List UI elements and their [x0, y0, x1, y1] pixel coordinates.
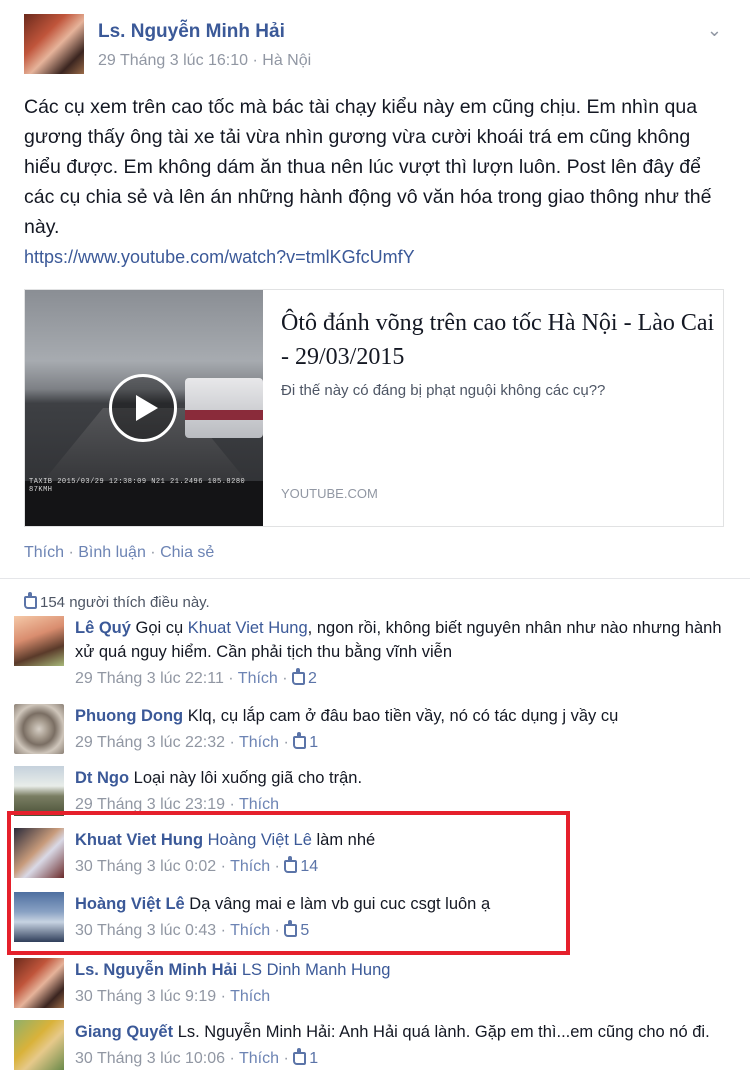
- post-link[interactable]: https://www.youtube.com/watch?v=tmlKGfcU…: [24, 247, 415, 268]
- commenter-name[interactable]: Dt Ngo: [75, 769, 129, 787]
- commenter-avatar[interactable]: [14, 704, 64, 754]
- post-text: Các cụ xem trên cao tốc mà bác tài chạy …: [24, 96, 712, 238]
- comment-like-button[interactable]: Thích: [238, 670, 278, 687]
- commenter-avatar[interactable]: [14, 766, 64, 816]
- like-button[interactable]: Thích: [24, 544, 64, 561]
- link-preview-card[interactable]: TAXIB 2015/03/29 12:38:09 N21 21.2496 10…: [24, 289, 724, 527]
- comment-button[interactable]: Bình luận: [78, 544, 146, 561]
- comment-like-button[interactable]: Thích: [239, 734, 279, 751]
- post-meta: 29 Tháng 3 lúc 16:10 · Hà Nội: [98, 52, 312, 69]
- comment-like-count[interactable]: 1: [309, 1050, 318, 1067]
- card-title[interactable]: Ôtô đánh võng trên cao tốc Hà Nội - Lào …: [281, 306, 717, 374]
- author-avatar[interactable]: [24, 14, 84, 74]
- play-icon[interactable]: [109, 374, 177, 442]
- thumbs-up-icon: [24, 592, 37, 609]
- comment-like-button[interactable]: Thích: [239, 1050, 279, 1067]
- comment-like-button[interactable]: Thích: [230, 988, 270, 1005]
- thumbs-up-icon: [293, 732, 307, 749]
- post-actions: Thích · Bình luận · Chia sẻ: [24, 544, 215, 561]
- commenter-avatar[interactable]: [14, 616, 64, 666]
- commenter-name[interactable]: Giang Quyết: [75, 1023, 173, 1041]
- thumbs-up-icon: [293, 1048, 307, 1065]
- commenter-name[interactable]: Phuong Dong: [75, 707, 183, 725]
- comment-like-count[interactable]: 2: [308, 670, 317, 687]
- chevron-down-icon[interactable]: ⌄: [707, 20, 722, 41]
- share-button[interactable]: Chia sẻ: [160, 544, 214, 561]
- comment-time[interactable]: 29 Tháng 3 lúc 22:11: [75, 670, 224, 687]
- comment-meta: 29 Tháng 3 lúc 22:11 · Thích · 2: [75, 668, 317, 687]
- post-timestamp[interactable]: 29 Tháng 3 lúc 16:10: [98, 52, 248, 69]
- comment-like-count[interactable]: 1: [309, 734, 318, 751]
- commenter-avatar[interactable]: [14, 958, 64, 1008]
- mention-link[interactable]: LS Dinh Manh Hung: [242, 961, 391, 979]
- thumbs-up-icon: [292, 668, 306, 685]
- author-name[interactable]: Ls. Nguyễn Minh Hải: [98, 21, 285, 43]
- card-source: YOUTUBE.COM: [281, 486, 378, 501]
- post-header: Ls. Nguyễn Minh Hải 29 Tháng 3 lúc 16:10…: [24, 14, 726, 78]
- likes-summary: 154 người thích điều này.: [24, 592, 210, 611]
- commenter-name[interactable]: Ls. Nguyễn Minh Hải: [75, 961, 237, 979]
- comment-meta: 30 Tháng 3 lúc 9:19 · Thích: [75, 988, 271, 1005]
- comment-meta: 29 Tháng 3 lúc 22:32 · Thích · 1: [75, 732, 319, 751]
- card-description: Đi thế này có đáng bị phạt nguội không c…: [281, 382, 606, 399]
- comment-time[interactable]: 30 Tháng 3 lúc 10:06: [75, 1050, 225, 1067]
- comment-time[interactable]: 30 Tháng 3 lúc 9:19: [75, 988, 216, 1005]
- mention-link[interactable]: Khuat Viet Hung: [188, 619, 308, 637]
- comment-meta: 30 Tháng 3 lúc 10:06 · Thích · 1: [75, 1048, 319, 1067]
- video-overlay-text: TAXIB 2015/03/29 12:38:09 N21 21.2496 10…: [29, 478, 246, 494]
- commenter-avatar[interactable]: [14, 1020, 64, 1070]
- likes-summary-text[interactable]: 154 người thích điều này.: [40, 594, 210, 611]
- highlight-box: [7, 811, 570, 955]
- post-location[interactable]: Hà Nội: [262, 52, 311, 69]
- video-thumbnail[interactable]: TAXIB 2015/03/29 12:38:09 N21 21.2496 10…: [25, 290, 263, 526]
- comment-time[interactable]: 29 Tháng 3 lúc 22:32: [75, 734, 225, 751]
- commenter-name[interactable]: Lê Quý: [75, 619, 131, 637]
